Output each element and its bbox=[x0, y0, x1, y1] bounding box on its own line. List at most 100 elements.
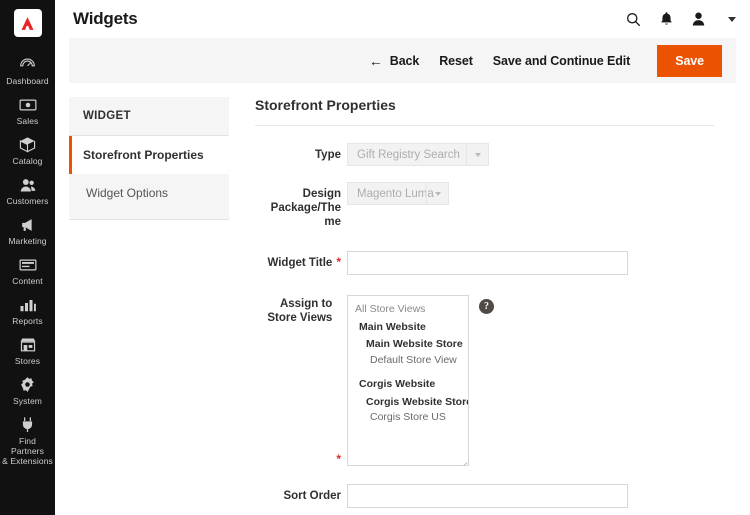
store-view-option[interactable]: Default Store View bbox=[348, 353, 468, 369]
sidebar-item-reports[interactable]: Reports bbox=[0, 291, 55, 331]
field-design-theme-control: Magento Luma bbox=[347, 182, 714, 229]
adobe-commerce-logo[interactable] bbox=[13, 9, 42, 37]
field-type-label: Type bbox=[255, 143, 347, 166]
back-arrow-icon: ← bbox=[368, 52, 383, 69]
store-view-option[interactable]: Corgis Website Store bbox=[348, 395, 468, 411]
save-continue-label: Save and Continue Edit bbox=[492, 53, 631, 68]
field-type: Type Gift Registry Search bbox=[255, 143, 714, 166]
notifications-bell-icon[interactable] bbox=[660, 11, 673, 27]
storefront-properties-form: Storefront Properties Type Gift Registry… bbox=[229, 97, 736, 515]
required-asterisk: * bbox=[336, 255, 341, 269]
sidebar-item-stores[interactable]: Stores bbox=[0, 331, 55, 371]
sidebar-item-content[interactable]: Content bbox=[0, 251, 55, 291]
sidebar-item-sales[interactable]: Sales bbox=[0, 91, 55, 131]
type-select-value: Gift Registry Search bbox=[357, 148, 460, 161]
widget-nav-heading: WIDGET bbox=[69, 97, 229, 136]
sidebar-label: Marketing bbox=[8, 236, 47, 246]
sidebar-label: Reports bbox=[12, 316, 43, 326]
marketing-icon bbox=[19, 216, 37, 233]
widget-title-input[interactable] bbox=[347, 251, 628, 275]
sidebar-item-catalog[interactable]: Catalog bbox=[0, 131, 55, 171]
field-sort-order: Sort Order Sort Order of widget instance… bbox=[255, 484, 714, 515]
nav-item-widget-options[interactable]: Widget Options bbox=[69, 174, 229, 212]
sidebar-item-dashboard[interactable]: Dashboard bbox=[0, 51, 55, 91]
sidebar-label: Customers bbox=[6, 196, 49, 206]
resize-handle[interactable] bbox=[458, 455, 468, 465]
sidebar-label: Stores bbox=[14, 356, 41, 366]
label-text-line1: Assign to bbox=[279, 298, 333, 310]
user-account-icon[interactable] bbox=[692, 11, 705, 27]
stores-icon bbox=[19, 336, 37, 353]
admin-sidebar: Dashboard Sales Catalog Customers Market bbox=[0, 0, 55, 515]
reports-icon bbox=[19, 296, 37, 313]
page-title: Widgets bbox=[73, 9, 138, 28]
store-views-multiselect[interactable]: All Store Views Main Website Main Websit… bbox=[347, 295, 469, 466]
page-body: WIDGET Storefront Properties Widget Opti… bbox=[55, 83, 750, 515]
admin-page: Dashboard Sales Catalog Customers Market bbox=[0, 0, 750, 515]
store-view-option[interactable]: Main Website Store bbox=[348, 337, 468, 353]
sort-order-input[interactable] bbox=[347, 484, 628, 508]
field-design-theme-label: Design Package/The me bbox=[255, 182, 347, 229]
back-button-label: Back bbox=[389, 53, 420, 68]
page-actions-toolbar: ← Back Reset Save and Continue Edit Save bbox=[69, 38, 736, 83]
sidebar-label: Content bbox=[12, 276, 43, 286]
store-view-option[interactable]: Corgis Store US bbox=[348, 410, 468, 426]
save-and-continue-edit-button[interactable]: Save and Continue Edit bbox=[483, 48, 640, 74]
field-widget-title: Widget Title * bbox=[255, 251, 714, 275]
field-widget-title-label: Widget Title * bbox=[255, 251, 347, 275]
sidebar-label: Dashboard bbox=[6, 76, 49, 86]
help-icon[interactable]: ? bbox=[479, 299, 494, 314]
customers-icon bbox=[19, 176, 37, 193]
page-header: Widgets bbox=[55, 0, 750, 38]
field-assign-store-views: Assign to Store Views * All Store Views … bbox=[255, 295, 714, 466]
save-button[interactable]: Save bbox=[657, 44, 722, 77]
reset-button-label: Reset bbox=[439, 53, 473, 68]
header-actions bbox=[626, 11, 736, 27]
field-assign-store-views-control: All Store Views Main Website Main Websit… bbox=[347, 295, 714, 466]
design-theme-select[interactable]: Magento Luma bbox=[347, 182, 449, 205]
sidebar-label: System bbox=[13, 396, 42, 406]
sidebar-label: Catalog bbox=[12, 156, 43, 166]
required-asterisk: * bbox=[336, 452, 341, 466]
logo-glyph bbox=[21, 16, 34, 30]
main-content: Widgets ← Back Reset Save and Continue E… bbox=[55, 0, 750, 515]
nav-item-label: Storefront Properties bbox=[83, 148, 204, 162]
search-icon[interactable] bbox=[626, 12, 641, 27]
field-widget-title-control bbox=[347, 251, 714, 275]
label-text-line2: Store Views bbox=[267, 312, 333, 324]
label-text-line2: Package/The bbox=[270, 202, 341, 214]
label-text: Sort Order bbox=[283, 490, 341, 502]
design-theme-select-value: Magento Luma bbox=[357, 187, 434, 200]
system-icon bbox=[19, 376, 36, 393]
store-view-option[interactable]: Main Website bbox=[348, 320, 468, 336]
nav-item-label: Widget Options bbox=[86, 186, 169, 200]
reset-button[interactable]: Reset bbox=[429, 48, 483, 74]
label-text: Widget Title bbox=[267, 257, 333, 269]
store-view-option[interactable]: Corgis Website bbox=[348, 377, 468, 393]
content-icon bbox=[19, 256, 37, 273]
plug-icon bbox=[20, 416, 35, 433]
store-view-option[interactable]: All Store Views bbox=[348, 302, 468, 318]
nav-item-storefront-properties[interactable]: Storefront Properties bbox=[69, 136, 229, 174]
sidebar-label: Find Partners & Extensions bbox=[2, 436, 53, 466]
sales-icon bbox=[19, 96, 37, 113]
form-section-title: Storefront Properties bbox=[255, 97, 714, 126]
chevron-down-icon bbox=[466, 144, 488, 165]
sidebar-item-customers[interactable]: Customers bbox=[0, 171, 55, 211]
widget-nav-panel: WIDGET Storefront Properties Widget Opti… bbox=[69, 97, 229, 220]
sidebar-item-find-partners[interactable]: Find Partners & Extensions bbox=[0, 411, 55, 471]
catalog-icon bbox=[19, 136, 36, 153]
label-text-line1: Design bbox=[302, 188, 341, 200]
field-type-control: Gift Registry Search bbox=[347, 143, 714, 166]
sidebar-item-marketing[interactable]: Marketing bbox=[0, 211, 55, 251]
sidebar-label: Sales bbox=[16, 116, 39, 126]
field-sort-order-control: Sort Order of widget instances in the sa… bbox=[347, 484, 714, 515]
type-select[interactable]: Gift Registry Search bbox=[347, 143, 489, 166]
label-text-line3: me bbox=[324, 216, 341, 228]
back-button[interactable]: ← Back bbox=[359, 48, 429, 74]
field-design-theme: Design Package/The me Magento Luma bbox=[255, 182, 714, 229]
chevron-down-icon[interactable] bbox=[728, 16, 736, 22]
sidebar-item-system[interactable]: System bbox=[0, 371, 55, 411]
field-assign-store-views-label: Assign to Store Views * bbox=[255, 295, 347, 466]
